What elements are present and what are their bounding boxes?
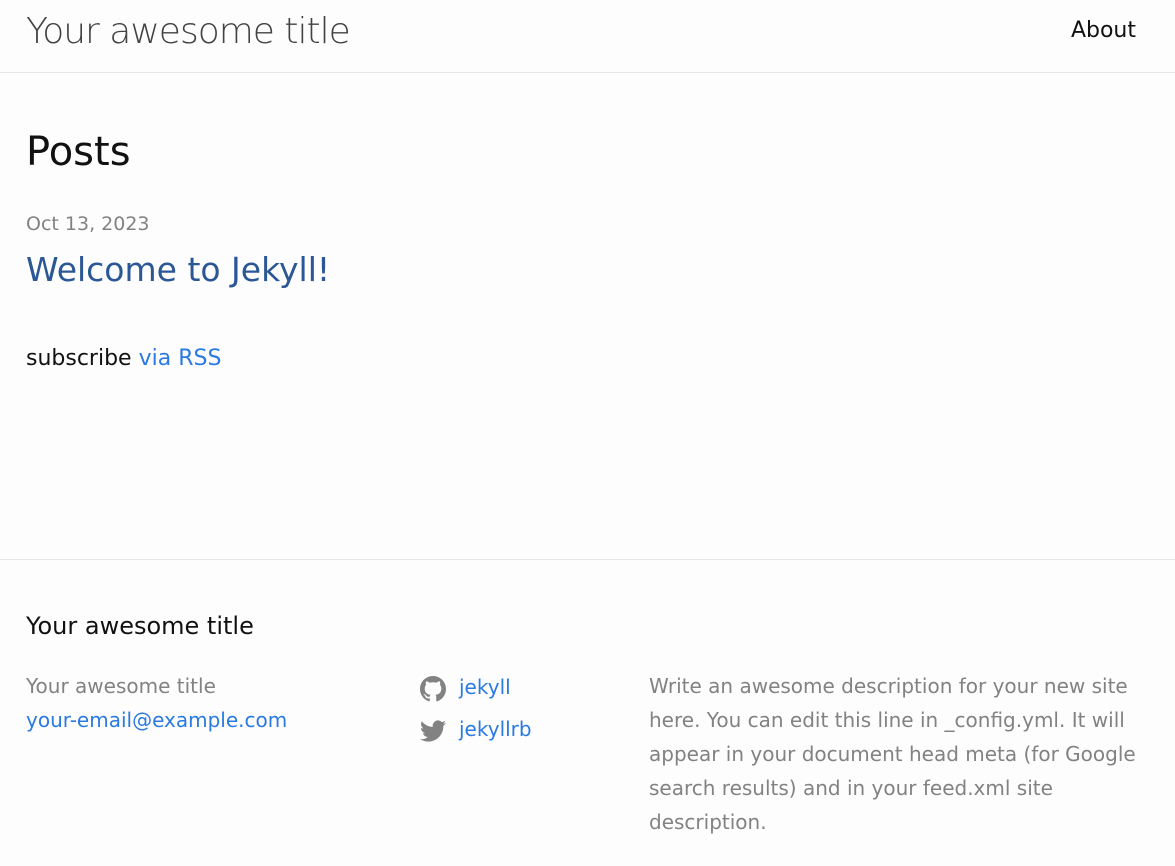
site-title-link[interactable]: Your awesome title	[26, 10, 351, 54]
post-date: Oct 13, 2023	[26, 213, 150, 235]
post-title-link[interactable]: Welcome to Jekyll!	[26, 248, 330, 292]
site-header: Your awesome title About	[0, 0, 1175, 73]
social-label-twitter: jekyllrb	[459, 717, 532, 741]
footer-description: Write an awesome description for your ne…	[649, 674, 1136, 834]
footer-contact-name: Your awesome title	[26, 674, 216, 698]
twitter-icon	[420, 716, 446, 742]
subscribe-text: subscribe	[26, 346, 132, 371]
rss-subscribe: subscribe via RSS	[26, 344, 221, 374]
rss-link[interactable]: via RSS	[139, 346, 222, 371]
footer-social: jekyll jekyllrb	[420, 666, 532, 750]
social-link-twitter[interactable]: jekyllrb	[420, 708, 532, 750]
site-footer: Your awesome title Your awesome title yo…	[0, 559, 1175, 866]
footer-heading: Your awesome title	[26, 612, 254, 640]
footer-email-link[interactable]: your-email@example.com	[26, 703, 287, 737]
footer-contact: Your awesome title your-email@example.co…	[26, 669, 287, 737]
page-heading: Posts	[26, 129, 131, 175]
nav-link-about[interactable]: About	[1071, 16, 1136, 46]
github-icon	[420, 674, 446, 702]
social-label-github: jekyll	[459, 675, 511, 699]
social-link-github[interactable]: jekyll	[420, 666, 532, 708]
